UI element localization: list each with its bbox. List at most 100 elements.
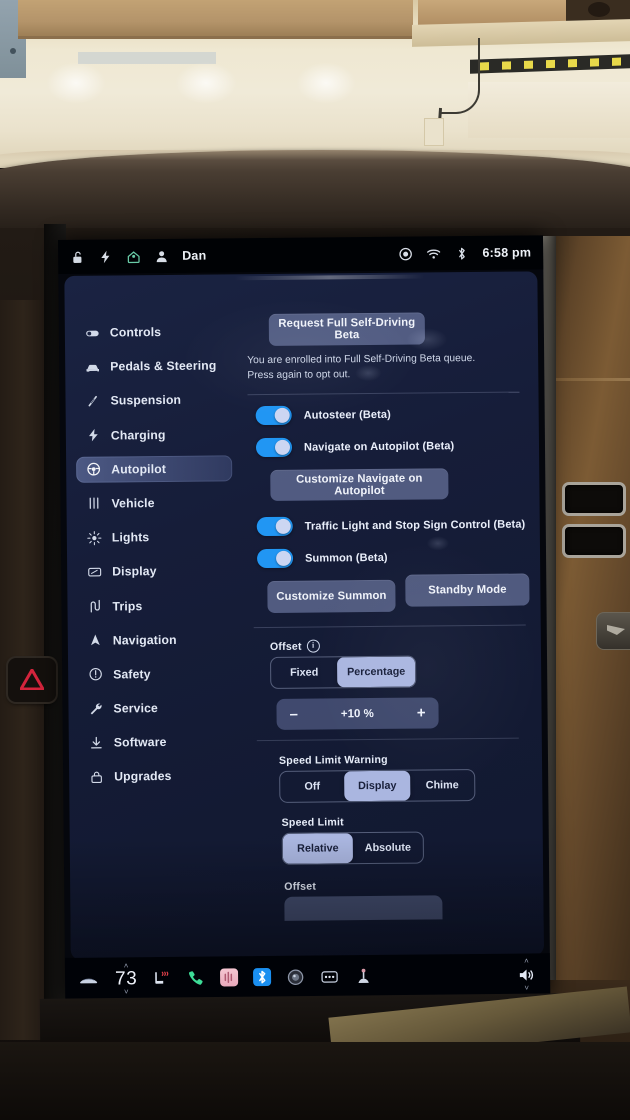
- navigate-on-autopilot-row[interactable]: Navigate on Autopilot (Beta): [255, 436, 528, 458]
- volume-control[interactable]: ˄ ˅: [517, 956, 536, 992]
- media-icon[interactable]: [220, 968, 239, 987]
- panel-highlight: [234, 274, 425, 281]
- segment-percentage[interactable]: Percentage: [337, 656, 416, 688]
- offset-stepper[interactable]: – +10 % +: [276, 697, 439, 731]
- joystick-icon[interactable]: [354, 967, 373, 986]
- tesla-touchscreen[interactable]: Dan 6:58 pm Controls Pedals & Steering S…: [58, 235, 551, 1000]
- toggle-icon: [86, 330, 99, 336]
- sidebar-item-label: Pedals & Steering: [110, 358, 217, 374]
- temp-down-chevron[interactable]: ˅: [124, 987, 129, 996]
- fsd-enrollment-note: You are enrolled into Full Self-Driving …: [247, 353, 476, 381]
- dots-menu-icon[interactable]: [320, 967, 339, 986]
- phone-icon[interactable]: [186, 968, 205, 987]
- sidebar-item-display[interactable]: Display: [77, 558, 233, 585]
- sidebar-item-controls[interactable]: Controls: [75, 318, 231, 345]
- bluetooth-icon[interactable]: [253, 967, 272, 987]
- offset-minus-button[interactable]: –: [289, 706, 298, 723]
- seat-heater-icon[interactable]: [152, 968, 171, 987]
- sidebar-item-trips[interactable]: Trips: [77, 592, 233, 619]
- traffic-light-control-row[interactable]: Traffic Light and Stop Sign Control (Bet…: [256, 515, 529, 537]
- lock-bag-icon: [91, 771, 102, 783]
- summon-row[interactable]: Summon (Beta): [256, 547, 529, 569]
- sidebar-item-vehicle[interactable]: Vehicle: [76, 489, 232, 516]
- hazard-light-button[interactable]: [8, 658, 56, 702]
- offset-section-2: Offset: [284, 879, 532, 922]
- camera-icon[interactable]: [286, 967, 305, 986]
- door-control-button[interactable]: [596, 612, 630, 650]
- summon-label: Summon (Beta): [305, 551, 388, 565]
- toggle-knob: [274, 440, 291, 456]
- standby-mode-button[interactable]: Standby Mode: [405, 573, 530, 607]
- sidebar-item-upgrades[interactable]: Upgrades: [79, 763, 235, 790]
- sidebar-item-lights[interactable]: Lights: [77, 523, 233, 550]
- segment-chime[interactable]: Chime: [410, 770, 474, 801]
- offset-2-control-partial[interactable]: [284, 895, 443, 922]
- nav-arrow-icon: [91, 634, 100, 646]
- volume-up-chevron[interactable]: ˄: [524, 956, 529, 965]
- settings-sidebar[interactable]: Controls Pedals & Steering Suspension Ch…: [65, 318, 246, 798]
- car-icon[interactable]: [79, 969, 98, 988]
- app-bar[interactable]: ˄ 73 ˅ ˄ ˅: [64, 953, 551, 1000]
- speed-limit-segmented-control[interactable]: Relative Absolute: [281, 831, 425, 866]
- info-icon[interactable]: i: [306, 639, 320, 653]
- volume-down-chevron[interactable]: ˅: [524, 983, 529, 992]
- segment-relative[interactable]: Relative: [282, 833, 353, 865]
- person-icon[interactable]: [154, 248, 169, 263]
- settings-panel: Controls Pedals & Steering Suspension Ch…: [64, 271, 544, 960]
- request-fsd-beta-button[interactable]: Request Full Self-Driving Beta: [268, 312, 426, 346]
- wall-glare-1: [46, 62, 106, 104]
- hanging-cord: [440, 38, 480, 114]
- speed-limit-warning-segmented-control[interactable]: Off Display Chime: [279, 769, 476, 804]
- toggle-knob: [275, 550, 292, 567]
- sidebar-item-label: Controls: [109, 325, 162, 340]
- sidebar-item-autopilot[interactable]: Autopilot: [76, 455, 233, 483]
- wall-glare-2: [175, 62, 237, 104]
- sidebar-item-safety[interactable]: Safety: [78, 660, 234, 687]
- download-icon: [91, 736, 102, 749]
- air-vent-upper: [562, 482, 626, 516]
- cabinet-knob: [588, 2, 610, 17]
- sidebar-item-service[interactable]: Service: [78, 694, 234, 721]
- sidebar-item-label: Lights: [111, 530, 150, 545]
- autosteer-toggle[interactable]: [255, 405, 292, 426]
- temperature-control[interactable]: ˄ 73 ˅: [114, 961, 138, 996]
- navigate-on-autopilot-toggle[interactable]: [255, 437, 293, 458]
- clock: 6:58 pm: [482, 245, 532, 260]
- speed-limit-warning-label: Speed Limit Warning: [278, 754, 388, 768]
- segment-fixed[interactable]: Fixed: [271, 658, 337, 689]
- toggle-knob: [275, 518, 291, 535]
- sidebar-item-navigation[interactable]: Navigation: [78, 626, 234, 653]
- lock-icon[interactable]: [70, 249, 85, 264]
- air-vent-lower: [562, 524, 626, 558]
- sun-icon: [87, 530, 102, 545]
- autosteer-row[interactable]: Autosteer (Beta): [255, 404, 528, 426]
- record-icon[interactable]: [398, 246, 413, 261]
- segment-absolute[interactable]: Absolute: [353, 833, 423, 864]
- sidebar-item-suspension[interactable]: Suspension: [75, 387, 231, 414]
- home-icon[interactable]: [126, 249, 141, 264]
- sidebar-item-label: Autopilot: [111, 461, 167, 477]
- summon-toggle[interactable]: [256, 548, 294, 569]
- driver-profile-name[interactable]: Dan: [182, 249, 206, 263]
- wall-outlet: [424, 118, 444, 146]
- bolt-icon[interactable]: [98, 249, 113, 264]
- traffic-light-control-toggle[interactable]: [256, 516, 293, 537]
- temperature-value: 73: [114, 967, 138, 989]
- wood-seam: [556, 378, 630, 381]
- bluetooth-icon[interactable]: [454, 246, 469, 261]
- offset-label: Offset: [269, 640, 302, 653]
- sidebar-item-software[interactable]: Software: [79, 729, 235, 756]
- volume-icon[interactable]: [517, 965, 536, 984]
- offset-mode-segmented-control[interactable]: Fixed Percentage: [270, 655, 417, 690]
- customize-navigate-on-autopilot-button[interactable]: Customize Navigate on Autopilot: [270, 468, 449, 502]
- lower-dashboard: [0, 1042, 630, 1120]
- sidebar-item-charging[interactable]: Charging: [76, 421, 232, 448]
- segment-display[interactable]: Display: [344, 770, 411, 802]
- segment-off[interactable]: Off: [280, 771, 344, 802]
- offset-plus-button[interactable]: +: [417, 705, 426, 722]
- bolt-icon: [89, 428, 98, 442]
- sidebar-item-pedals-steering[interactable]: Pedals & Steering: [75, 353, 231, 380]
- customize-summon-button[interactable]: Customize Summon: [267, 579, 396, 614]
- wall-glare-3: [296, 62, 356, 104]
- wifi-icon[interactable]: [426, 246, 441, 261]
